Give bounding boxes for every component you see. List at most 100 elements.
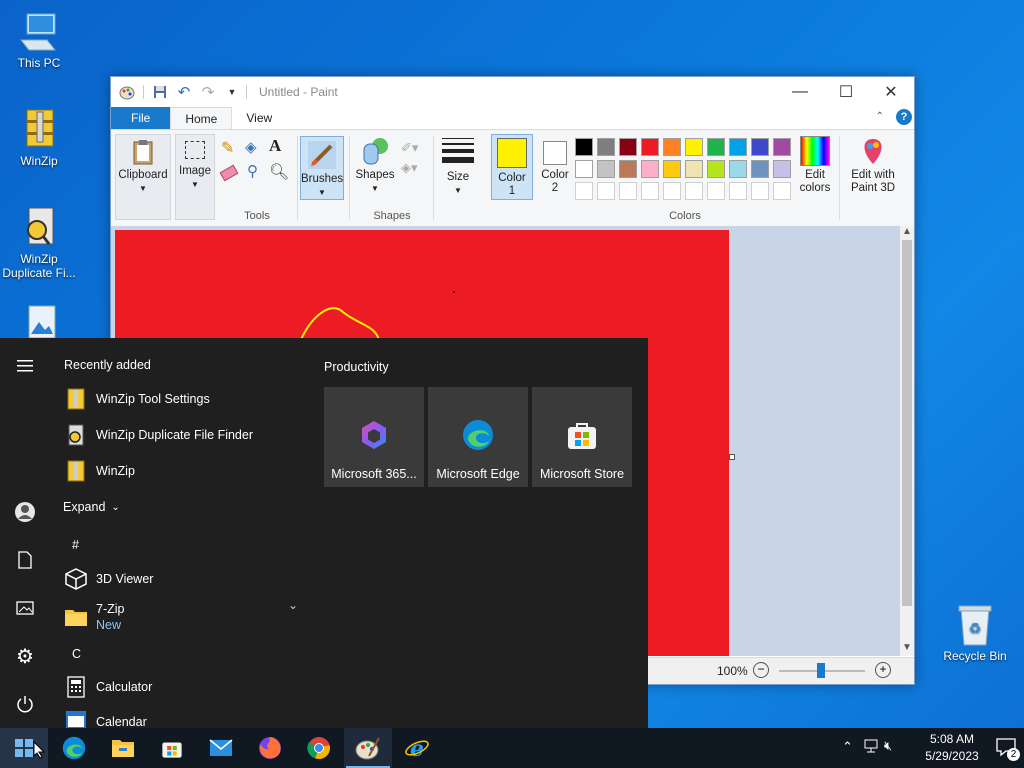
palette-swatch[interactable] — [707, 160, 725, 178]
palette-swatch[interactable] — [575, 160, 593, 178]
palette-swatch[interactable] — [619, 160, 637, 178]
color-picker-icon[interactable]: ⚲ — [247, 162, 258, 180]
canvas-resize-handle[interactable] — [729, 454, 735, 460]
chevron-up-icon[interactable]: ⌃ — [842, 739, 853, 755]
clipboard-button[interactable]: Clipboard ▼ — [115, 134, 171, 220]
edit-with-paint3d-button[interactable]: Edit with Paint 3D — [845, 136, 901, 195]
magnifier-icon[interactable]: 🔍︎ — [269, 162, 289, 182]
fill-icon[interactable]: ◈ — [245, 138, 257, 156]
desktop-icon-winzip[interactable]: WinZip — [1, 108, 77, 168]
zoom-slider-thumb[interactable] — [817, 663, 825, 678]
brushes-button[interactable]: Brushes ▼ — [300, 136, 344, 200]
list-item-calculator[interactable]: Calculator — [64, 671, 152, 703]
desktop-icon-recycle-bin[interactable]: ♻ Recycle Bin — [937, 603, 1013, 663]
outline-icon[interactable]: ✐▾ — [401, 140, 418, 156]
settings-gear-icon[interactable]: ⚙ — [13, 644, 37, 668]
list-item-winzip-duplicate-file-finder[interactable]: WinZip Duplicate File Finder — [64, 419, 253, 451]
network-icon[interactable] — [864, 739, 880, 756]
tab-home[interactable]: Home — [170, 107, 233, 129]
list-item-winzip[interactable]: WinZip — [64, 455, 135, 487]
taskbar-chrome[interactable] — [295, 728, 343, 768]
palette-swatch[interactable] — [597, 138, 615, 156]
tile-microsoft-edge[interactable]: Microsoft Edge — [428, 387, 528, 487]
custom-color-swatch[interactable] — [663, 182, 681, 200]
section-header-hash[interactable]: # — [72, 538, 79, 552]
eraser-icon[interactable] — [219, 164, 239, 182]
power-icon[interactable] — [13, 692, 37, 716]
desktop-icon-this-pc[interactable]: This PC — [1, 10, 77, 70]
text-icon[interactable]: A — [269, 136, 281, 156]
chevron-up-icon[interactable]: ⌃ — [876, 111, 884, 122]
palette-swatch[interactable] — [663, 138, 681, 156]
clock-date[interactable]: 5/29/2023 — [910, 749, 994, 763]
pencil-icon[interactable]: ✎ — [221, 138, 234, 158]
user-account-icon[interactable] — [13, 500, 37, 524]
palette-swatch[interactable] — [729, 160, 747, 178]
list-item-7zip[interactable]: 7-Zip New — [64, 599, 124, 635]
expand-button[interactable]: Expand ⌄ — [63, 491, 120, 523]
redo-icon[interactable]: ↷ — [200, 84, 216, 101]
size-button[interactable]: Size ▼ — [439, 136, 477, 197]
vertical-scrollbar[interactable]: ▲ ▼ — [900, 226, 914, 656]
taskbar-edge[interactable] — [50, 728, 98, 768]
tile-microsoft-365[interactable]: Microsoft 365... — [324, 387, 424, 487]
custom-color-swatch[interactable] — [773, 182, 791, 200]
volume-muted-icon[interactable]: 🔇︎ — [884, 738, 892, 754]
maximize-button[interactable]: ☐ — [823, 77, 869, 107]
palette-swatch[interactable] — [751, 160, 769, 178]
shapes-button[interactable]: Shapes ▼ — [355, 136, 395, 195]
image-button[interactable]: Image ▼ — [175, 134, 215, 220]
zoom-in-icon[interactable]: + — [875, 662, 891, 678]
shape-fill-icon[interactable]: ◈▾ — [401, 160, 418, 176]
chevron-down-icon[interactable]: ⌄ — [288, 598, 298, 612]
custom-color-swatch[interactable] — [729, 182, 747, 200]
customize-quick-access-icon[interactable]: ▼ — [224, 84, 240, 100]
taskbar-paint[interactable] — [344, 728, 392, 768]
taskbar-firefox[interactable] — [246, 728, 294, 768]
custom-color-swatch[interactable] — [685, 182, 703, 200]
list-item-3d-viewer[interactable]: 3D Viewer — [64, 563, 153, 595]
custom-color-swatch[interactable] — [597, 182, 615, 200]
tab-view[interactable]: View — [232, 107, 286, 129]
palette-swatch[interactable] — [729, 138, 747, 156]
scroll-down-icon[interactable]: ▼ — [902, 642, 912, 653]
palette-swatch[interactable] — [641, 160, 659, 178]
palette-swatch[interactable] — [773, 160, 791, 178]
palette-swatch[interactable] — [773, 138, 791, 156]
palette-swatch[interactable] — [707, 138, 725, 156]
scroll-up-icon[interactable]: ▲ — [902, 226, 912, 237]
custom-color-swatch[interactable] — [619, 182, 637, 200]
color2-button[interactable]: Color 2 — [535, 134, 575, 198]
undo-icon[interactable]: ↶ — [176, 84, 192, 101]
custom-color-swatch[interactable] — [641, 182, 659, 200]
palette-swatch[interactable] — [663, 160, 681, 178]
taskbar-file-explorer[interactable] — [99, 728, 147, 768]
custom-color-swatch[interactable] — [575, 182, 593, 200]
hamburger-menu-icon[interactable] — [13, 354, 37, 378]
edit-colors-button[interactable]: Edit colors — [795, 136, 835, 195]
custom-color-swatch[interactable] — [751, 182, 769, 200]
custom-color-swatch[interactable] — [707, 182, 725, 200]
save-icon[interactable] — [152, 84, 168, 100]
list-item-calendar[interactable]: Calendar — [64, 707, 147, 729]
tile-microsoft-store[interactable]: Microsoft Store — [532, 387, 632, 487]
close-button[interactable]: ✕ — [868, 77, 914, 107]
palette-swatch[interactable] — [751, 138, 769, 156]
documents-icon[interactable] — [13, 548, 37, 572]
list-item-winzip-tool-settings[interactable]: WinZip Tool Settings — [64, 383, 210, 415]
zoom-out-icon[interactable]: − — [753, 662, 769, 678]
minimize-button[interactable]: — — [777, 77, 823, 107]
tab-file[interactable]: File — [111, 107, 171, 129]
palette-swatch[interactable] — [685, 160, 703, 178]
color1-button[interactable]: Color 1 — [491, 134, 533, 200]
desktop-icon-winzip-duplicate[interactable]: WinZip Duplicate Fi... — [1, 206, 77, 280]
scroll-thumb[interactable] — [902, 240, 912, 606]
palette-swatch[interactable] — [575, 138, 593, 156]
taskbar-store[interactable] — [148, 728, 196, 768]
palette-swatch[interactable] — [685, 138, 703, 156]
palette-swatch[interactable] — [619, 138, 637, 156]
clock-time[interactable]: 5:08 AM — [910, 732, 994, 746]
palette-swatch[interactable] — [641, 138, 659, 156]
taskbar-mail[interactable] — [197, 728, 245, 768]
section-header-c[interactable]: C — [72, 647, 81, 661]
